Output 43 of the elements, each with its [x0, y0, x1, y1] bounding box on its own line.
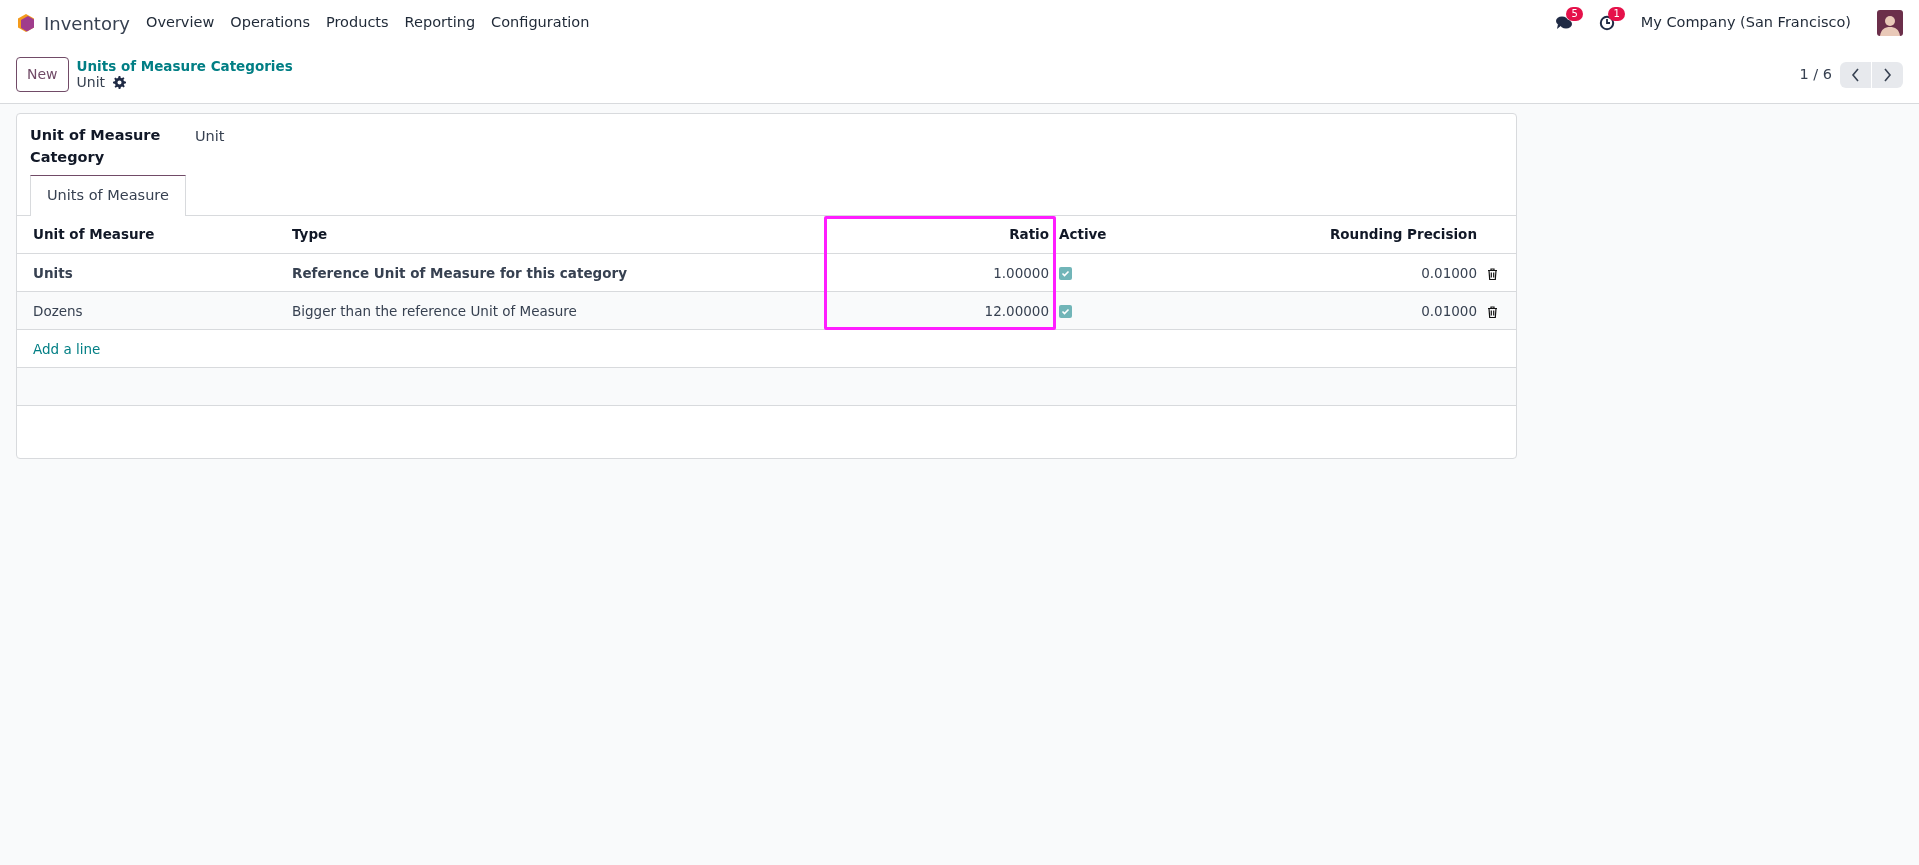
app-logo-icon[interactable]: [16, 13, 36, 33]
previous-button[interactable]: [1840, 61, 1871, 88]
activity-clock-icon[interactable]: [1598, 15, 1615, 31]
company-name[interactable]: My Company (San Francisco): [1640, 12, 1851, 34]
breadcrumb-link[interactable]: Units of Measure Categories: [76, 58, 293, 75]
menu-item[interactable]: Overview: [146, 12, 215, 34]
next-button[interactable]: [1872, 61, 1903, 88]
chevron-left-icon: [1851, 67, 1860, 82]
unit-type: Bigger than the reference Unit of Measure: [292, 302, 577, 319]
active-checkbox[interactable]: [1059, 305, 1072, 319]
unit-name: Dozens: [33, 302, 83, 319]
new-button[interactable]: New: [16, 57, 69, 92]
add-line-link[interactable]: Add a line: [33, 340, 101, 357]
delete-icon[interactable]: [1487, 267, 1498, 280]
menu-item[interactable]: Configuration: [491, 12, 590, 34]
column-header[interactable]: Unit of Measure: [17, 215, 287, 254]
record-name: Unit: [76, 74, 106, 91]
pager-value: 1 / 6: [1799, 64, 1832, 84]
delete-icon[interactable]: [1487, 305, 1498, 318]
ratio-value: 12.00000: [984, 302, 1049, 319]
settings-icon[interactable]: [113, 75, 127, 89]
user-avatar[interactable]: [1877, 10, 1903, 36]
tab[interactable]: Units of Measure: [30, 174, 186, 216]
menu-item[interactable]: Reporting: [404, 12, 476, 34]
rounding-value: 0.01000: [1421, 302, 1477, 319]
column-header[interactable]: Type: [287, 215, 819, 254]
app-name[interactable]: Inventory: [44, 9, 130, 37]
message-count-badge: 5: [1566, 7, 1583, 21]
menu-item[interactable]: Products: [326, 12, 389, 34]
field-label: Unit of Measure Category: [30, 126, 162, 168]
column-header[interactable]: Ratio: [819, 215, 1054, 254]
field-value: Unit: [195, 127, 225, 146]
column-header[interactable]: Rounding Precision: [1164, 215, 1482, 254]
unit-type: Reference Unit of Measure for this category: [292, 264, 627, 281]
chevron-right-icon: [1883, 67, 1892, 82]
ratio-value: 1.00000: [993, 264, 1049, 281]
rounding-value: 0.01000: [1421, 264, 1477, 281]
activity-count-badge: 1: [1608, 7, 1625, 21]
menu-item[interactable]: Operations: [230, 12, 310, 34]
unit-name: Units: [33, 264, 73, 281]
active-checkbox[interactable]: [1059, 267, 1072, 281]
column-header[interactable]: Active: [1054, 215, 1164, 254]
messages-icon[interactable]: [1554, 15, 1573, 31]
